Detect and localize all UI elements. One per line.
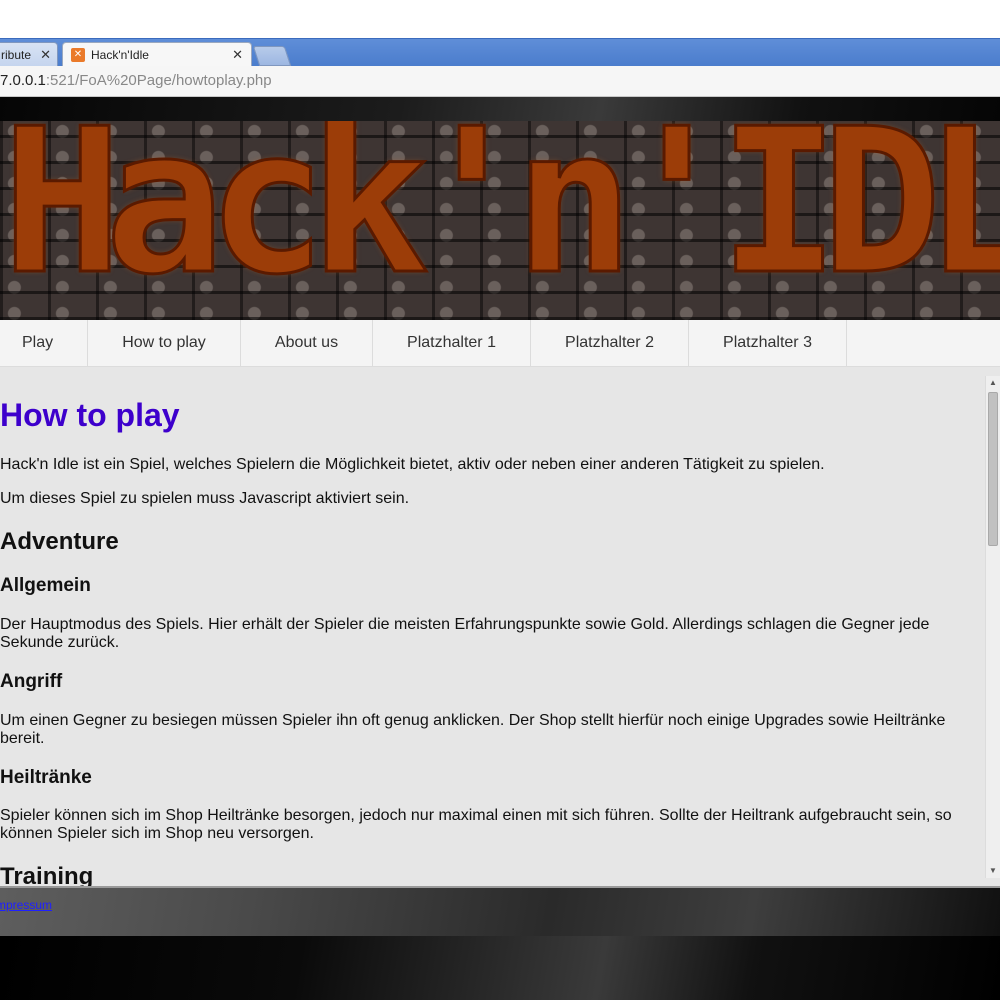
main-nav: Play How to play About us Platzhalter 1 … [0, 320, 1000, 367]
page-title: How to play [0, 397, 180, 433]
header-band [0, 97, 1000, 121]
browser-tab-inactive[interactable]: ribute ✕ [0, 42, 58, 67]
url-host: 7.0.0.1 [0, 72, 46, 89]
paragraph-heiltraenke: Spieler können sich im Shop Heiltränke b… [0, 807, 952, 842]
content-area: How to play Hack'n Idle ist ein Spiel, w… [0, 367, 1000, 887]
browser-tab-strip: ribute ✕ ✕ Hack'n'Idle ✕ [0, 38, 1000, 67]
paragraph-allgemein: Der Hauptmodus des Spiels. Hier erhält d… [0, 616, 930, 651]
site-logo: Hack'n'IDLE [1, 121, 1000, 319]
browser-tab-active[interactable]: ✕ Hack'n'Idle ✕ [62, 42, 252, 67]
subheading-allgemein: Allgemein [0, 575, 91, 596]
section-heading-training: Training [0, 863, 94, 887]
scroll-down-arrow-icon[interactable]: ▼ [986, 864, 1000, 878]
section-heading-adventure: Adventure [0, 528, 119, 555]
scrollbar-thumb[interactable] [988, 392, 998, 546]
subheading-angriff: Angriff [0, 671, 63, 692]
intro-paragraph-2: Um dieses Spiel zu spielen muss Javascri… [0, 490, 410, 507]
nav-item-play[interactable]: Play [0, 320, 88, 366]
xampp-favicon-icon: ✕ [71, 48, 85, 62]
subheading-heiltraenke: Heiltränke [0, 767, 92, 788]
tab-label: Hack'n'Idle [91, 48, 149, 62]
content-scrollbar[interactable]: ▲ ▼ [985, 376, 1000, 878]
tab-label: ribute [1, 48, 32, 62]
impressum-link[interactable]: mpressum [0, 898, 52, 912]
site-banner: Hack'n'IDLE [0, 121, 1000, 320]
nav-item-platzhalter-1[interactable]: Platzhalter 1 [373, 320, 531, 366]
site-footer: mpressum [0, 888, 1000, 936]
new-tab-button[interactable] [252, 46, 292, 66]
close-tab-icon[interactable]: ✕ [40, 43, 51, 67]
bottom-band [0, 936, 1000, 1000]
close-tab-icon[interactable]: ✕ [232, 43, 243, 67]
nav-item-how-to-play[interactable]: How to play [88, 320, 241, 366]
nav-item-platzhalter-3[interactable]: Platzhalter 3 [689, 320, 847, 366]
nav-item-platzhalter-2[interactable]: Platzhalter 2 [531, 320, 689, 366]
paragraph-angriff: Um einen Gegner zu besiegen müssen Spiel… [0, 712, 946, 747]
intro-paragraph-1: Hack'n Idle ist ein Spiel, welches Spiel… [0, 456, 825, 473]
nav-item-about-us[interactable]: About us [241, 320, 373, 366]
url-path: :521/FoA%20Page/howtoplay.php [45, 72, 272, 89]
address-bar[interactable]: 7.0.0.1:521/FoA%20Page/howtoplay.php [0, 66, 1000, 97]
scroll-up-arrow-icon[interactable]: ▲ [986, 376, 1000, 390]
